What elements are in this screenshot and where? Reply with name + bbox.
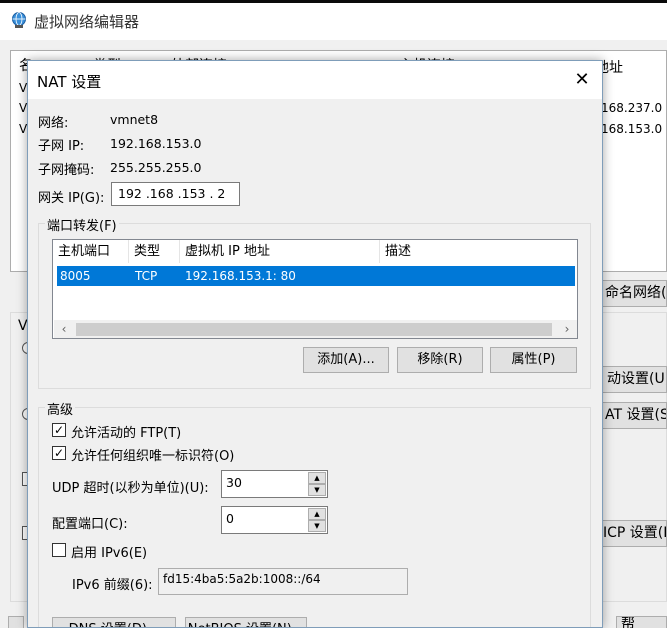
rename-network-button[interactable]: 命名网络( [600, 280, 667, 307]
scroll-right-icon[interactable]: › [558, 321, 576, 338]
col-header-description[interactable]: 描述 [380, 240, 577, 263]
top-edge-strip [0, 0, 667, 3]
dhcp-setting-button[interactable]: ICP 设置(P) [598, 520, 667, 547]
nat-settings-dialog: NAT 设置 ✕ 网络: vmnet8 子网 IP: 192.168.153.0… [27, 60, 603, 628]
bg-subnet-value: 168.153.0 [601, 122, 663, 136]
row-type: TCP [135, 269, 158, 283]
bg-row-prefix: V [19, 101, 28, 115]
port-properties-button[interactable]: 属性(P) [490, 347, 577, 373]
enable-ipv6-label[interactable]: 启用 IPv6(E) [71, 542, 147, 561]
bg-row-prefix: V [19, 81, 28, 95]
ipv6-prefix-field[interactable]: fd15:4ba5:5a2b:1008::/64 [158, 568, 408, 595]
add-port-button[interactable]: 添加(A)... [303, 347, 389, 373]
network-globe-icon [12, 12, 26, 28]
spin-up-icon[interactable]: ▲ [308, 508, 326, 520]
auto-setting-button[interactable]: 动设置(U) [602, 366, 667, 393]
config-port-spinner[interactable]: 0 ▲ ▼ [221, 506, 328, 534]
dialog-title: NAT 设置 [37, 73, 102, 91]
spin-down-icon[interactable]: ▼ [308, 484, 326, 496]
config-port-value[interactable]: 0 [226, 511, 234, 526]
allow-oui-checkbox[interactable]: ✓ [52, 446, 66, 460]
scroll-left-icon[interactable]: ‹ [55, 321, 73, 338]
subnet-ip-label: 子网 IP: [38, 139, 85, 154]
subnet-mask-value: 255.255.255.0 [110, 160, 202, 175]
gateway-ip-field[interactable]: 192 .168 .153 . 2 [111, 182, 240, 206]
enable-ipv6-checkbox[interactable] [52, 543, 66, 557]
port-forwarding-list[interactable]: 主机端口 类型 虚拟机 IP 地址 描述 8005 TCP 192.168.15… [52, 239, 578, 339]
bg-row-prefix: V [19, 122, 28, 136]
udp-timeout-label: UDP 超时(以秒为单位)(U): [52, 481, 209, 496]
udp-timeout-spin-buttons[interactable]: ▲ ▼ [308, 472, 326, 496]
udp-timeout-spinner[interactable]: 30 ▲ ▼ [221, 470, 328, 498]
help-button[interactable]: 帮 [616, 616, 667, 628]
row-vm-ip: 192.168.153.1: 80 [185, 269, 296, 283]
advanced-title: 高级 [45, 399, 76, 418]
allow-ftp-checkbox[interactable]: ✓ [52, 423, 66, 437]
background-window-title: 虚拟网络编辑器 [34, 13, 140, 31]
remove-port-button[interactable]: 移除(R) [397, 347, 483, 373]
gateway-label: 网关 IP(G): [38, 191, 105, 206]
bg-subnet-value: 168.237.0 [601, 101, 663, 115]
port-forwarding-title: 端口转发(F) [45, 215, 119, 234]
spin-up-icon[interactable]: ▲ [308, 472, 326, 484]
udp-timeout-value[interactable]: 30 [226, 475, 242, 490]
nat-setting-button[interactable]: AT 设置(S) [600, 402, 667, 429]
col-header-host-port[interactable]: 主机端口 [53, 240, 129, 263]
allow-ftp-label[interactable]: 允许活动的 FTP(T) [71, 422, 181, 441]
netbios-settings-button[interactable]: NetBIOS 设置(N)... [185, 617, 307, 627]
scrollbar-thumb[interactable] [76, 323, 552, 336]
table-row[interactable]: 8005 TCP 192.168.153.1: 80 [57, 266, 575, 286]
horizontal-scrollbar[interactable]: ‹ › [54, 320, 577, 338]
network-label: 网络: [38, 116, 69, 131]
network-value: vmnet8 [110, 112, 159, 127]
allow-oui-label[interactable]: 允许任何组织唯一标识符(O) [71, 445, 234, 464]
config-port-label: 配置端口(C): [52, 517, 128, 532]
subnet-ip-value: 192.168.153.0 [110, 136, 202, 151]
bg-bottom-left-button[interactable] [8, 616, 24, 628]
spin-down-icon[interactable]: ▼ [308, 520, 326, 532]
dialog-titlebar [28, 61, 602, 99]
subnet-mask-label: 子网掩码: [38, 163, 95, 178]
close-icon[interactable]: ✕ [568, 67, 596, 93]
row-host-port: 8005 [60, 269, 91, 283]
col-header-vm-ip[interactable]: 虚拟机 IP 地址 [180, 240, 380, 263]
config-port-spin-buttons[interactable]: ▲ ▼ [308, 508, 326, 532]
ipv6-prefix-label: IPv6 前缀(6): [72, 578, 153, 593]
dns-settings-button[interactable]: DNS 设置(D)... [52, 617, 176, 627]
col-header-type[interactable]: 类型 [129, 240, 180, 263]
